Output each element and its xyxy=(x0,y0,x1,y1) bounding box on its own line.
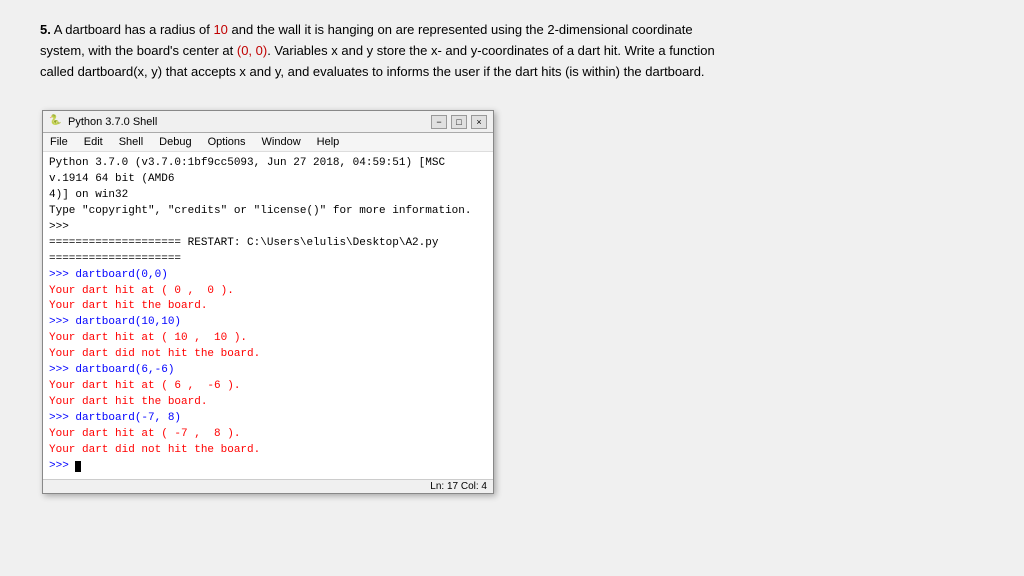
problem-number: 5. xyxy=(40,22,51,37)
header-line3: Type "copyright", "credits" or "license(… xyxy=(49,204,487,220)
cmd2-output2: Your dart did not hit the board. xyxy=(49,347,487,363)
cmd3-output1: Your dart hit at ( 6 , -6 ). xyxy=(49,379,487,395)
menu-file[interactable]: File xyxy=(47,135,71,149)
cmd3-prompt: >>> dartboard(6,-6) xyxy=(49,363,487,379)
titlebar-controls[interactable]: − □ × xyxy=(431,115,487,129)
problem-text: 5. A dartboard has a radius of 10 and th… xyxy=(40,20,720,82)
header-line2: 4)] on win32 xyxy=(49,188,487,204)
shell-titlebar: 🐍 Python 3.7.0 Shell − □ × xyxy=(43,111,493,133)
shell-title: Python 3.7.0 Shell xyxy=(68,116,157,128)
shell-body[interactable]: Python 3.7.0 (v3.7.0:1bf9cc5093, Jun 27 … xyxy=(43,152,493,479)
maximize-button[interactable]: □ xyxy=(451,115,467,129)
shell-menubar: File Edit Shell Debug Options Window Hel… xyxy=(43,133,493,152)
menu-shell[interactable]: Shell xyxy=(116,135,146,149)
shell-statusbar: Ln: 17 Col: 4 xyxy=(43,479,493,493)
restart-line: ==================== RESTART: C:\Users\e… xyxy=(49,236,487,268)
menu-help[interactable]: Help xyxy=(314,135,343,149)
menu-debug[interactable]: Debug xyxy=(156,135,194,149)
cmd1-prompt: >>> dartboard(0,0) xyxy=(49,268,487,284)
page-content: 5. A dartboard has a radius of 10 and th… xyxy=(0,0,1024,116)
python-icon: 🐍 xyxy=(49,115,63,129)
cmd3-output2: Your dart hit the board. xyxy=(49,395,487,411)
minimize-button[interactable]: − xyxy=(431,115,447,129)
menu-options[interactable]: Options xyxy=(205,135,249,149)
center-highlight: (0, 0) xyxy=(237,43,267,58)
cmd1-output1: Your dart hit at ( 0 , 0 ). xyxy=(49,284,487,300)
cmd1-output2: Your dart hit the board. xyxy=(49,299,487,315)
menu-edit[interactable]: Edit xyxy=(81,135,106,149)
header-line1: Python 3.7.0 (v3.7.0:1bf9cc5093, Jun 27 … xyxy=(49,156,487,188)
close-button[interactable]: × xyxy=(471,115,487,129)
cmd4-output1: Your dart hit at ( -7 , 8 ). xyxy=(49,427,487,443)
cmd4-output2: Your dart did not hit the board. xyxy=(49,443,487,459)
cmd2-output1: Your dart hit at ( 10 , 10 ). xyxy=(49,331,487,347)
menu-window[interactable]: Window xyxy=(259,135,304,149)
cmd2-prompt: >>> dartboard(10,10) xyxy=(49,315,487,331)
cmd4-prompt: >>> dartboard(-7, 8) xyxy=(49,411,487,427)
prompt-initial: >>> xyxy=(49,220,487,236)
shell-titlebar-left: 🐍 Python 3.7.0 Shell xyxy=(49,115,157,129)
status-ln-col: Ln: 17 Col: 4 xyxy=(430,481,487,492)
final-prompt[interactable]: >>> xyxy=(49,459,487,475)
radius-highlight: 10 xyxy=(213,22,227,37)
python-shell-window: 🐍 Python 3.7.0 Shell − □ × File Edit She… xyxy=(42,110,494,494)
